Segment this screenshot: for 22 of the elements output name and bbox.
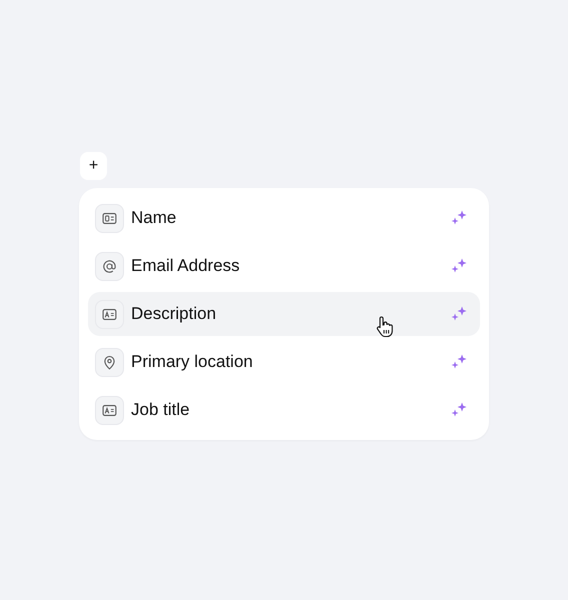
at-sign-icon: [95, 252, 124, 280]
sparkle-icon[interactable]: [450, 353, 468, 371]
field-label: Description: [131, 303, 218, 326]
id-card-icon: [95, 204, 124, 232]
sparkle-icon[interactable]: [450, 401, 468, 419]
field-option[interactable]: Description: [88, 292, 480, 336]
field-option[interactable]: Name: [88, 196, 480, 240]
field-option[interactable]: Primary location: [88, 340, 480, 384]
sparkle-icon[interactable]: [450, 257, 468, 275]
field-label: Job title: [131, 399, 191, 422]
text-box-icon: [95, 396, 124, 424]
sparkle-icon[interactable]: [450, 305, 468, 323]
field-label: Email Address: [131, 255, 241, 278]
field-option[interactable]: Email Address: [88, 244, 480, 288]
add-button[interactable]: +: [80, 152, 107, 180]
field-label: Primary location: [131, 351, 254, 374]
text-box-icon: [95, 300, 124, 328]
hand-cursor-icon: [376, 316, 394, 338]
field-label: Name: [131, 207, 178, 230]
sparkle-icon[interactable]: [450, 209, 468, 227]
location-pin-icon: [95, 348, 124, 376]
field-option[interactable]: Job title: [88, 388, 480, 432]
